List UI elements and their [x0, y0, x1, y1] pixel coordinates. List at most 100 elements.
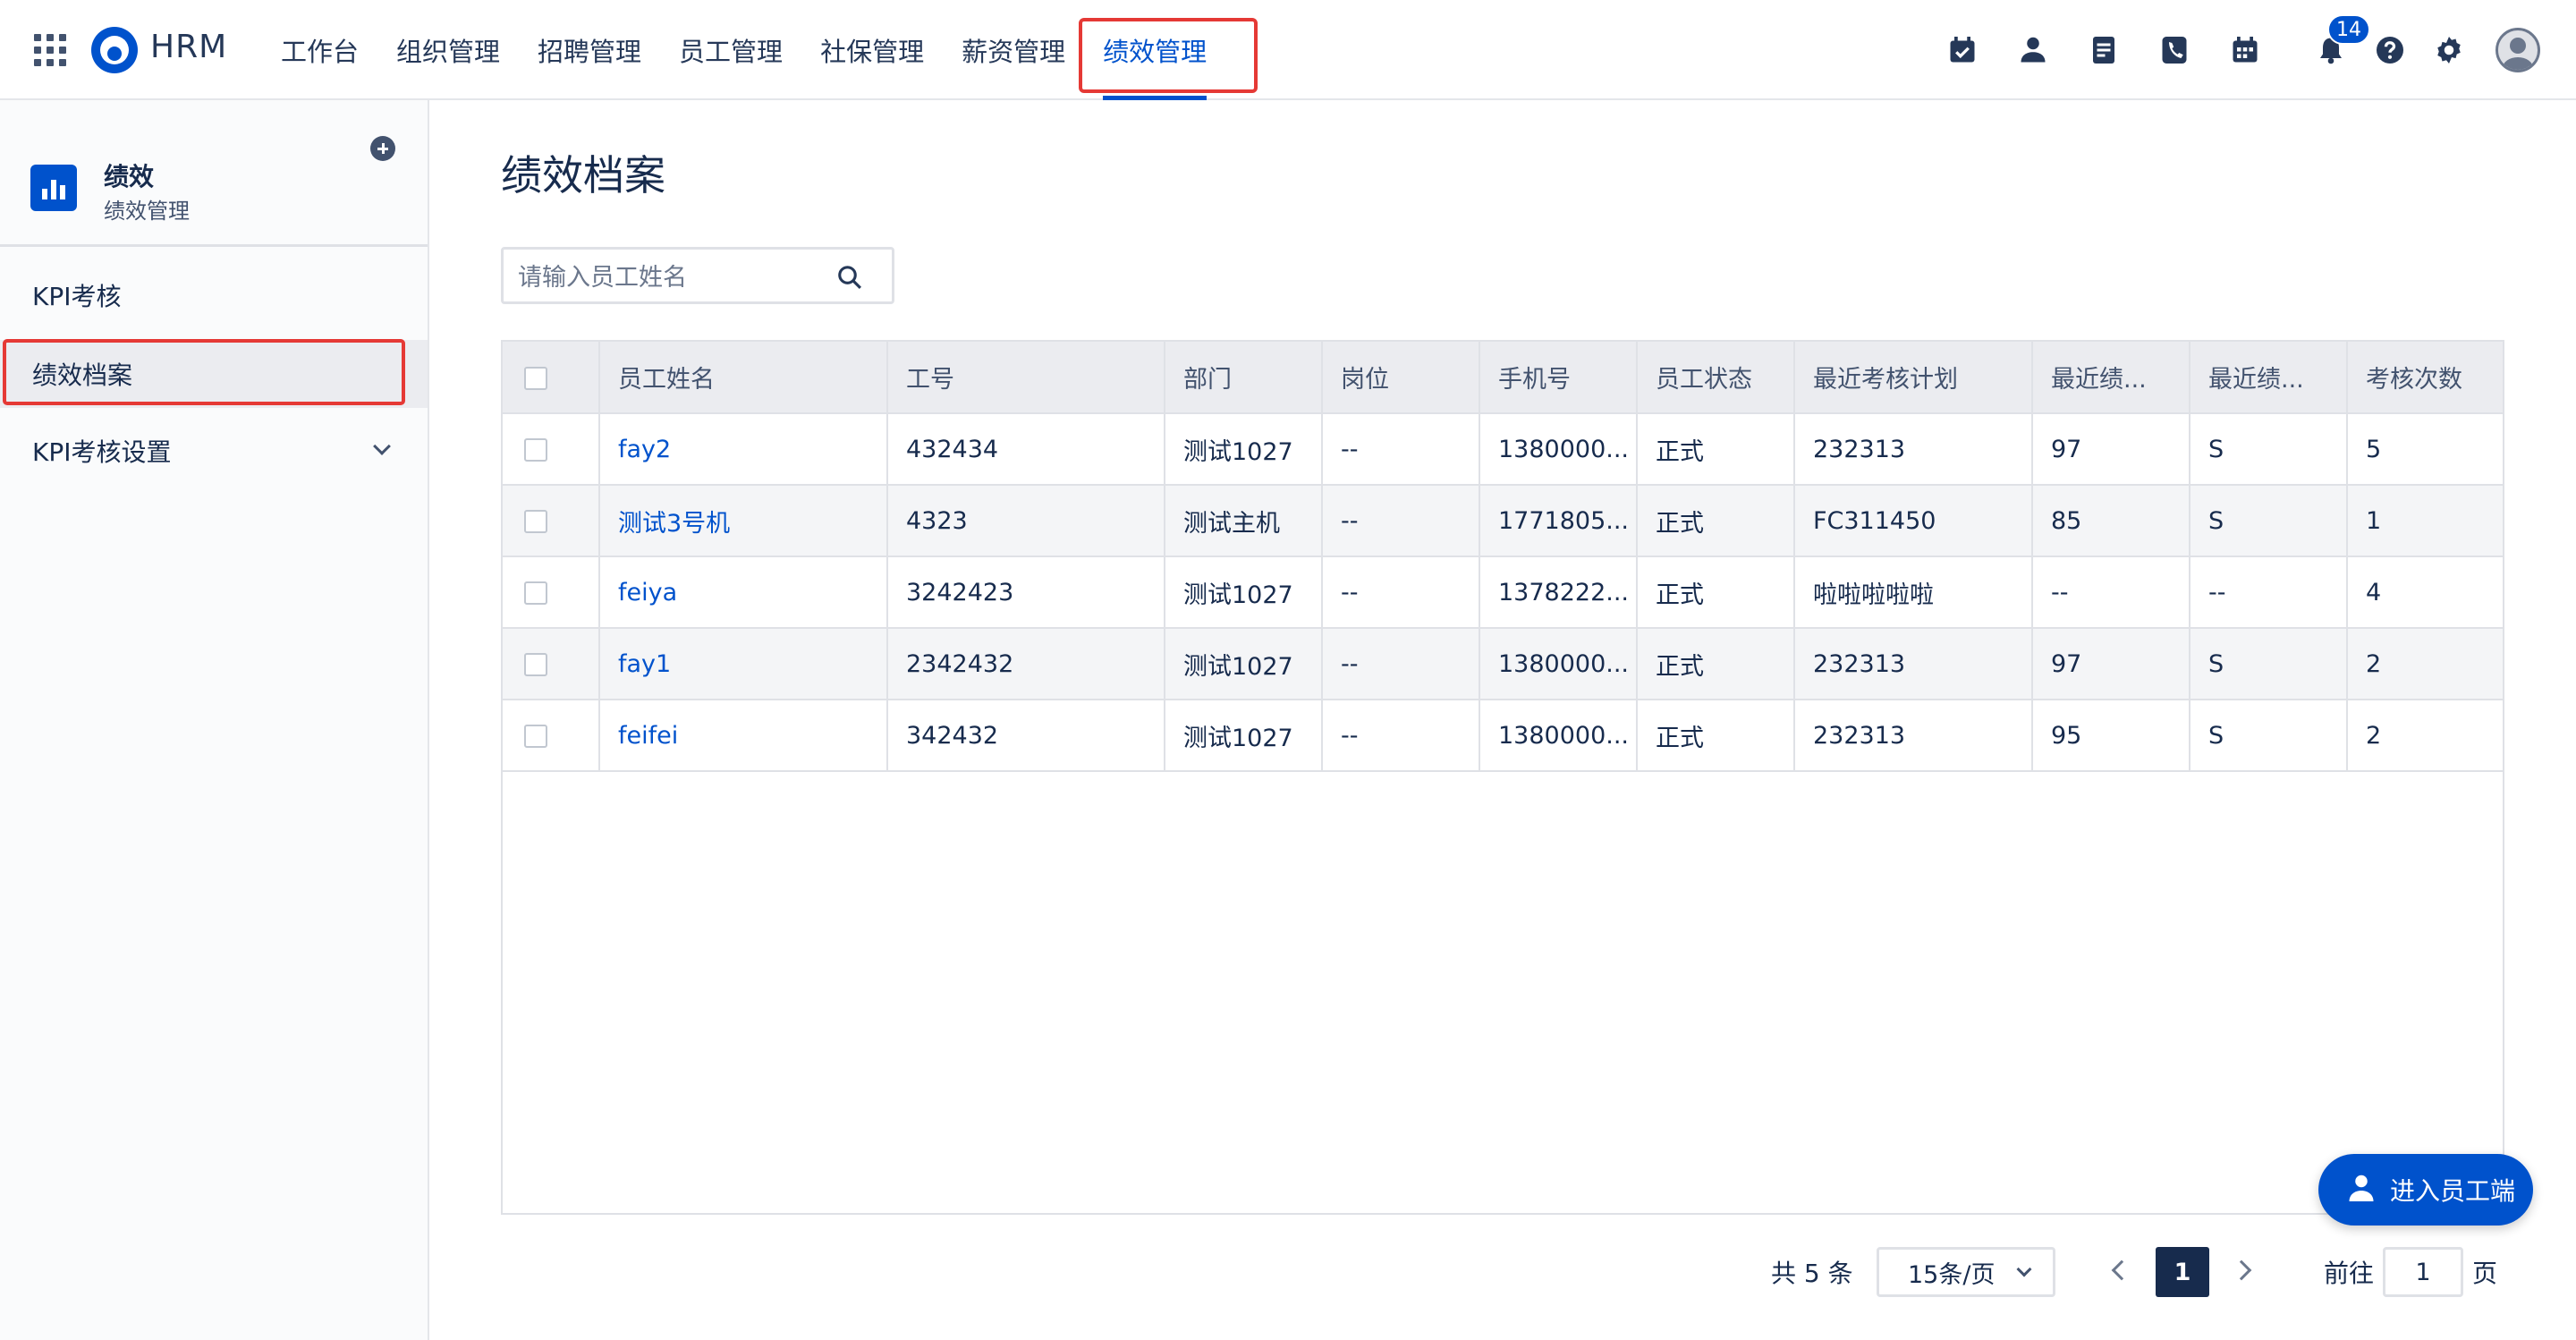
employee-id-cell: 4323	[887, 485, 1165, 557]
add-circle-icon[interactable]	[370, 136, 395, 161]
grade-cell: S	[2190, 413, 2348, 486]
employee-id-cell: 342432	[887, 700, 1165, 772]
sidebar-item-kpi-settings[interactable]: KPI考核设置	[0, 417, 428, 485]
row-checkbox-cell[interactable]	[503, 485, 600, 557]
table-row[interactable]: fay1 2342432 测试1027 -- 1380000... 正式 232…	[503, 628, 2503, 700]
phone-icon[interactable]	[2157, 32, 2192, 68]
bell-icon[interactable]: 14	[2313, 14, 2370, 68]
sidebar-item-label: KPI考核设置	[32, 437, 172, 467]
column-header[interactable]: 员工状态	[1637, 342, 1795, 414]
column-header[interactable]: 手机号	[1479, 342, 1638, 414]
search-input[interactable]	[518, 262, 822, 293]
score-cell: 97	[2032, 413, 2190, 486]
column-header[interactable]: 员工姓名	[599, 342, 888, 414]
row-checkbox[interactable]	[524, 725, 547, 748]
phone-cell: 1380000...	[1479, 413, 1638, 486]
prev-page-icon[interactable]	[2111, 1259, 2132, 1281]
sidebar-item-performance-archive[interactable]: 绩效档案	[0, 340, 428, 408]
row-checkbox-cell[interactable]	[503, 700, 600, 772]
table-row[interactable]: fay2 432434 测试1027 -- 1380000... 正式 2323…	[503, 413, 2503, 486]
column-header[interactable]: 最近绩...	[2032, 342, 2190, 414]
gear-icon[interactable]	[2431, 32, 2467, 68]
sidebar: 绩效 绩效管理 KPI考核 绩效档案 KPI考核设置	[0, 100, 429, 1340]
nav-item-workbench[interactable]: 工作台	[281, 0, 377, 100]
row-checkbox[interactable]	[524, 653, 547, 676]
position-cell: --	[1322, 700, 1480, 772]
employee-id-cell: 2342432	[887, 628, 1165, 700]
department-cell: 测试1027	[1165, 628, 1323, 700]
hrm-logo	[91, 27, 138, 73]
row-checkbox-cell[interactable]	[503, 628, 600, 700]
column-header[interactable]: 工号	[887, 342, 1165, 414]
row-checkbox-cell[interactable]	[503, 556, 600, 629]
column-header[interactable]: 最近绩...	[2190, 342, 2348, 414]
table-row[interactable]: feiya 3242423 测试1027 -- 1378222... 正式 啦啦…	[503, 556, 2503, 629]
document-icon[interactable]	[2086, 32, 2122, 68]
column-header[interactable]: 部门	[1165, 342, 1323, 414]
grade-cell: --	[2190, 556, 2348, 629]
nav-item-organization[interactable]: 组织管理	[377, 0, 519, 100]
app-grid-icon[interactable]	[34, 34, 66, 66]
next-page-icon[interactable]	[2231, 1259, 2252, 1281]
employee-name-link[interactable]: fay1	[599, 628, 888, 700]
nav-item-recruitment[interactable]: 招聘管理	[519, 0, 660, 100]
position-cell: --	[1322, 413, 1480, 486]
phone-cell: 1380000...	[1479, 628, 1638, 700]
page-size-value: 15条/页	[1908, 1260, 1996, 1289]
employee-id-cell: 432434	[887, 413, 1165, 486]
table-header-row: 员工姓名 工号 部门 岗位 手机号 员工状态 最近考核计划 最近绩... 最近绩…	[503, 342, 2503, 414]
select-all-checkbox-cell[interactable]	[503, 342, 600, 414]
employee-name-link[interactable]: fay2	[599, 413, 888, 486]
user-icon[interactable]	[2015, 32, 2051, 68]
review-count-cell: 2	[2347, 700, 2503, 772]
calendar-icon[interactable]	[2227, 32, 2263, 68]
employee-name-link[interactable]: feifei	[599, 700, 888, 772]
column-header[interactable]: 考核次数	[2347, 342, 2503, 414]
review-count-cell: 1	[2347, 485, 2503, 557]
goto-label: 前往	[2324, 1259, 2375, 1288]
sidebar-item-kpi-review[interactable]: KPI考核	[0, 261, 428, 329]
phone-cell: 1771805...	[1479, 485, 1638, 557]
calendar-check-icon[interactable]	[1945, 32, 1980, 68]
employee-name-link[interactable]: feiya	[599, 556, 888, 629]
nav-item-employees[interactable]: 员工管理	[660, 0, 801, 100]
table-row[interactable]: feifei 342432 测试1027 -- 1380000... 正式 23…	[503, 700, 2503, 772]
select-all-checkbox[interactable]	[524, 366, 547, 390]
row-checkbox[interactable]	[524, 581, 547, 605]
position-cell: --	[1322, 556, 1480, 629]
table-row[interactable]: 测试3号机 4323 测试主机 -- 1771805... 正式 FC31145…	[503, 485, 2503, 557]
score-cell: 95	[2032, 700, 2190, 772]
column-header[interactable]: 最近考核计划	[1794, 342, 2033, 414]
row-checkbox[interactable]	[524, 510, 547, 533]
page-size-select[interactable]: 15条/页	[1877, 1247, 2055, 1297]
enter-employee-portal-button[interactable]: 进入员工端	[2318, 1154, 2533, 1226]
nav-item-payroll[interactable]: 薪资管理	[943, 0, 1084, 100]
grade-cell: S	[2190, 628, 2348, 700]
chevron-down-icon	[373, 437, 391, 455]
employee-name-link[interactable]: 测试3号机	[599, 485, 888, 557]
help-icon[interactable]	[2372, 32, 2408, 68]
review-count-cell: 2	[2347, 628, 2503, 700]
user-icon	[2349, 1175, 2374, 1201]
top-navigation-bar: HRM 工作台 组织管理 招聘管理 员工管理 社保管理 薪资管理 绩效管理 14	[0, 0, 2576, 100]
performance-table: 员工姓名 工号 部门 岗位 手机号 员工状态 最近考核计划 最近绩... 最近绩…	[503, 342, 2503, 772]
row-checkbox-cell[interactable]	[503, 413, 600, 486]
nav-item-social-security[interactable]: 社保管理	[801, 0, 943, 100]
status-cell: 正式	[1637, 556, 1795, 629]
sidebar-item-label: KPI考核	[32, 282, 122, 311]
column-header[interactable]: 岗位	[1322, 342, 1480, 414]
department-cell: 测试1027	[1165, 413, 1323, 486]
user-avatar[interactable]	[2496, 28, 2540, 72]
plan-cell: 232313	[1794, 413, 2033, 486]
search-icon[interactable]	[836, 264, 863, 291]
goto-page-input[interactable]	[2383, 1247, 2463, 1297]
grade-cell: S	[2190, 485, 2348, 557]
sidebar-subtitle: 绩效管理	[104, 199, 190, 224]
status-cell: 正式	[1637, 485, 1795, 557]
page-number-current[interactable]: 1	[2156, 1247, 2209, 1297]
topbar-actions: 14	[1910, 0, 2576, 100]
nav-item-performance[interactable]: 绩效管理	[1084, 0, 1225, 100]
chevron-down-icon	[2016, 1261, 2032, 1277]
notification-badge: 14	[2327, 14, 2370, 45]
row-checkbox[interactable]	[524, 438, 547, 462]
